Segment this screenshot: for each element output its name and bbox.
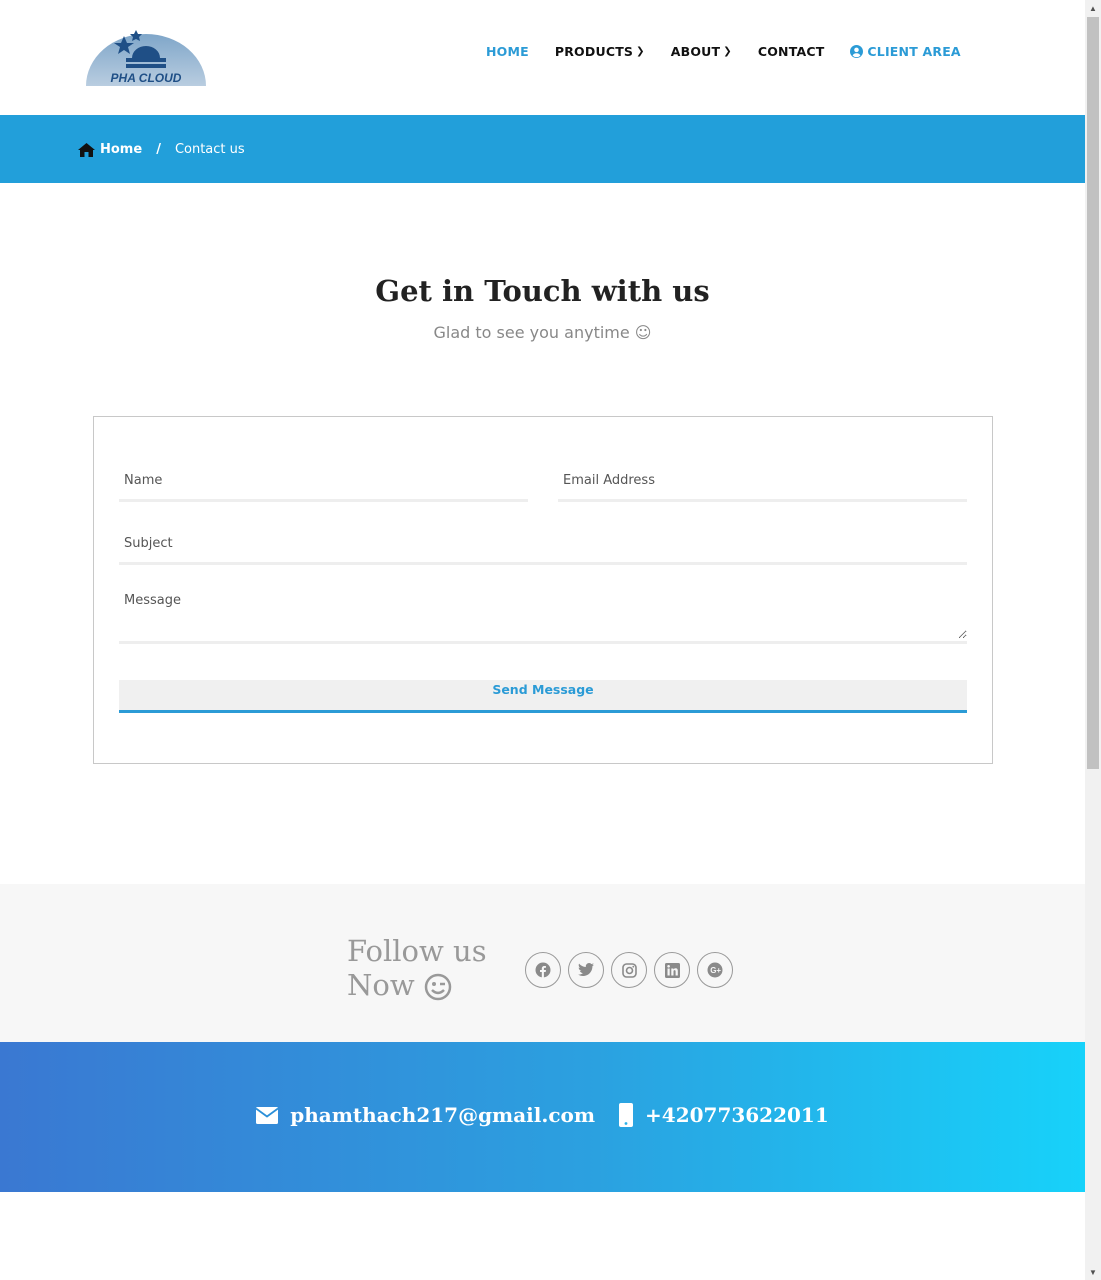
home-icon — [78, 142, 95, 157]
breadcrumb-home[interactable]: Home — [78, 142, 142, 157]
message-field[interactable] — [119, 587, 967, 639]
nav-contact[interactable]: CONTACT — [758, 44, 825, 59]
scroll-up-arrow-icon[interactable]: ▲ — [1085, 0, 1101, 16]
page-subtitle: Glad to see you anytime ☺ — [433, 323, 652, 342]
nav-about-label: ABOUT — [670, 44, 721, 59]
contact-form: Send Message — [93, 416, 993, 764]
contact-info: phamthach217@gmail.com +420773622011 — [0, 1103, 1085, 1127]
linkedin-icon — [664, 962, 680, 978]
chevron-down-icon: ❯ — [636, 46, 645, 57]
main-nav: HOME PRODUCTS ❯ ABOUT ❯ CONTACT CLIENT ARE… — [486, 44, 961, 59]
nav-about[interactable]: ABOUT ❯ — [671, 44, 732, 59]
linkedin-link[interactable] — [654, 952, 690, 988]
site-header: PHA CLOUD HOME PRODUCTS ❯ ABOUT ❯ CONTACT … — [0, 0, 1085, 115]
follow-line2: Now — [347, 968, 415, 1002]
name-field-wrapper — [119, 461, 528, 502]
instagram-icon — [621, 962, 637, 978]
follow-section: Follow us Now G+ — [0, 884, 1085, 1042]
nav-client-area-label: CLIENT AREA — [867, 44, 961, 59]
breadcrumb-current: Contact us — [174, 142, 245, 157]
vertical-scrollbar[interactable]: ▲ ▼ — [1085, 0, 1101, 1280]
breadcrumb-home-label: Home — [100, 142, 143, 157]
breadcrumb: Home / Contact us — [78, 142, 245, 157]
send-message-button[interactable]: Send Message — [119, 680, 967, 713]
message-field-wrapper — [119, 587, 967, 644]
nav-home[interactable]: HOME — [486, 44, 529, 59]
twitter-icon — [578, 963, 594, 976]
nav-home-label: HOME — [486, 44, 529, 59]
mobile-phone-icon — [619, 1103, 634, 1127]
email-field-wrapper — [558, 461, 967, 502]
nav-client-area[interactable]: CLIENT AREA — [850, 44, 961, 59]
pha-cloud-logo[interactable]: PHA CLOUD — [84, 28, 208, 88]
email-field[interactable] — [558, 461, 967, 499]
contact-email[interactable]: phamthach217@gmail.com — [256, 1103, 595, 1127]
subject-field[interactable] — [119, 524, 967, 562]
logo-text: PHA CLOUD — [111, 71, 182, 85]
chevron-down-icon: ❯ — [723, 46, 732, 57]
follow-line1: Follow us — [347, 934, 487, 968]
facebook-link[interactable] — [525, 952, 561, 988]
page: PHA CLOUD HOME PRODUCTS ❯ ABOUT ❯ CONTACT … — [0, 0, 1085, 1280]
nav-products[interactable]: PRODUCTS ❯ — [555, 44, 645, 59]
svg-text:G+: G+ — [710, 966, 721, 975]
nav-contact-label: CONTACT — [757, 44, 825, 59]
scroll-down-arrow-icon[interactable]: ▼ — [1085, 1264, 1101, 1280]
wink-icon — [424, 973, 452, 1001]
scrollbar-thumb[interactable] — [1087, 17, 1099, 769]
nav-products-label: PRODUCTS — [554, 44, 634, 59]
contact-phone[interactable]: +420773622011 — [619, 1103, 829, 1127]
page-title: Get in Touch with us — [375, 274, 710, 308]
name-field[interactable] — [119, 461, 528, 499]
breadcrumb-bar: Home / Contact us — [0, 115, 1085, 183]
subject-field-wrapper — [119, 524, 967, 565]
twitter-link[interactable] — [568, 952, 604, 988]
google-plus-icon: G+ — [707, 962, 723, 978]
contact-email-text: phamthach217@gmail.com — [290, 1103, 596, 1127]
contact-band: phamthach217@gmail.com +420773622011 — [0, 1042, 1085, 1192]
envelope-icon — [256, 1106, 279, 1124]
instagram-link[interactable] — [611, 952, 647, 988]
follow-heading: Follow us Now — [347, 934, 487, 1002]
contact-phone-text: +420773622011 — [645, 1103, 829, 1127]
google-plus-link[interactable]: G+ — [697, 952, 733, 988]
user-circle-icon — [850, 45, 864, 58]
facebook-icon — [535, 962, 551, 978]
social-links: G+ — [525, 952, 740, 988]
breadcrumb-separator: / — [156, 142, 161, 157]
